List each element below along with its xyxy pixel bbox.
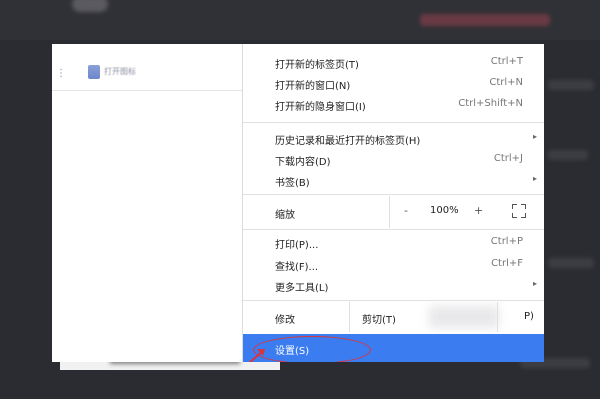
apps-grid-icon[interactable]: ⋮: [56, 68, 66, 79]
menu-item-find[interactable]: 查找(F)... Ctrl+F: [243, 254, 544, 275]
cut-button[interactable]: 剪切(T): [349, 302, 404, 332]
menu-zoom-row: 缩放 - 100% +: [243, 196, 544, 228]
background-blurred-text: [548, 150, 588, 160]
menu-separator: [243, 300, 544, 301]
annotation-arrow-icon: [248, 349, 265, 362]
background-avatar: [72, 0, 108, 12]
submenu-arrow-icon: ▸: [532, 132, 537, 141]
menu-item-downloads[interactable]: 下载内容(D) Ctrl+J: [243, 149, 544, 170]
zoom-controls: - 100% +: [389, 196, 544, 228]
background-blurred-text: [548, 258, 594, 268]
blurred-region: [429, 306, 499, 328]
menu-separator: [243, 194, 544, 195]
submenu-arrow-icon: ▸: [532, 174, 537, 183]
background-blurred-banner: [420, 14, 550, 26]
menu-item-new-incognito-window[interactable]: 打开新的隐身窗口(I) Ctrl+Shift+N: [243, 94, 544, 115]
fullscreen-icon[interactable]: [512, 204, 526, 218]
paste-button[interactable]: P): [497, 302, 544, 332]
menu-item-bookmarks[interactable]: 书签(B) ▸: [243, 170, 544, 191]
submenu-arrow-icon: ▸: [532, 279, 537, 288]
bookmarks-bar: ⋮ 打开图标: [52, 44, 242, 91]
bookmark-label[interactable]: 打开图标: [104, 66, 136, 77]
zoom-level: 100%: [430, 205, 459, 216]
browser-window: ⋮ 打开图标 打开新的标签页(T) Ctrl+T 打开新的窗口(N) Ctrl+…: [52, 44, 544, 362]
zoom-in-button[interactable]: +: [474, 204, 483, 217]
menu-item-settings[interactable]: 设置(S): [243, 334, 544, 362]
menu-separator: [243, 122, 544, 123]
menu-edit-row: 修改 剪切(T) P): [243, 302, 544, 332]
menu-item-print[interactable]: 打印(P)... Ctrl+P: [243, 232, 544, 253]
menu-separator: [243, 229, 544, 230]
bookmark-folder-icon[interactable]: [88, 65, 100, 79]
menu-item-new-window[interactable]: 打开新的窗口(N) Ctrl+N: [243, 73, 544, 94]
chrome-main-menu: 打开新的标签页(T) Ctrl+T 打开新的窗口(N) Ctrl+N 打开新的隐…: [242, 44, 544, 362]
zoom-out-button[interactable]: -: [404, 204, 408, 217]
menu-item-more-tools[interactable]: 更多工具(L) ▸: [243, 275, 544, 296]
zoom-label: 缩放: [275, 210, 295, 221]
menu-item-history[interactable]: 历史记录和最近打开的标签页(H) ▸: [243, 128, 544, 149]
menu-item-new-tab[interactable]: 打开新的标签页(T) Ctrl+T: [243, 52, 544, 73]
edit-label: 修改: [275, 315, 295, 326]
background-blurred-text: [548, 80, 594, 90]
